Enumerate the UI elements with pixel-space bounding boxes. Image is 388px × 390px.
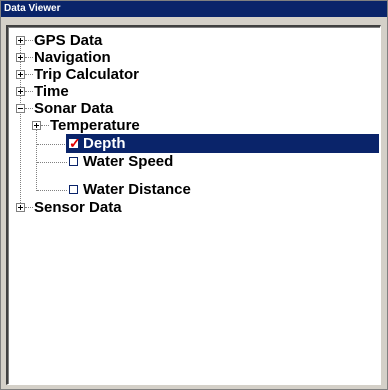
tree-item-depth[interactable]: ✓ Depth xyxy=(66,134,379,153)
tree-connector xyxy=(37,144,67,146)
tree-connector xyxy=(25,57,33,59)
tree-connector xyxy=(25,108,33,110)
tree-connector xyxy=(37,162,67,164)
tree-item-label: Sensor Data xyxy=(34,199,122,216)
tree-item-label: Water Distance xyxy=(83,181,191,198)
tree-item-label: Depth xyxy=(83,135,126,152)
plus-box-icon[interactable] xyxy=(16,70,25,79)
tree-item-label: Water Speed xyxy=(83,153,174,170)
tree-item-temperature[interactable]: Temperature xyxy=(8,116,379,135)
tree-connector xyxy=(41,125,49,127)
window-title: Data Viewer xyxy=(1,1,387,17)
minus-box-icon[interactable] xyxy=(16,104,25,113)
plus-box-icon[interactable] xyxy=(16,36,25,45)
tree-connector xyxy=(25,74,33,76)
tree-item-water-speed[interactable]: Water Speed xyxy=(66,152,379,171)
plus-box-icon[interactable] xyxy=(16,53,25,62)
tree-item-label: Temperature xyxy=(50,117,140,134)
tree-connector xyxy=(25,207,33,209)
data-viewer-window: Data Viewer GPS Data Navigation Trip Cal… xyxy=(0,0,388,390)
checkbox-icon[interactable]: ✓ xyxy=(69,135,81,151)
tree-item-sensor-data[interactable]: Sensor Data xyxy=(8,198,379,217)
checkbox-icon[interactable] xyxy=(69,185,78,194)
tree-connector xyxy=(37,190,67,192)
check-mark-icon: ✓ xyxy=(69,135,81,151)
tree-connector xyxy=(25,91,33,93)
checkbox-icon[interactable] xyxy=(69,157,78,166)
plus-box-icon[interactable] xyxy=(32,121,41,130)
plus-box-icon[interactable] xyxy=(16,87,25,96)
tree-panel[interactable]: GPS Data Navigation Trip Calculator Time xyxy=(6,25,381,385)
tree-item-water-distance[interactable]: Water Distance xyxy=(66,180,379,199)
data-tree: GPS Data Navigation Trip Calculator Time xyxy=(8,27,380,384)
tree-connector xyxy=(25,40,33,42)
plus-box-icon[interactable] xyxy=(16,203,25,212)
